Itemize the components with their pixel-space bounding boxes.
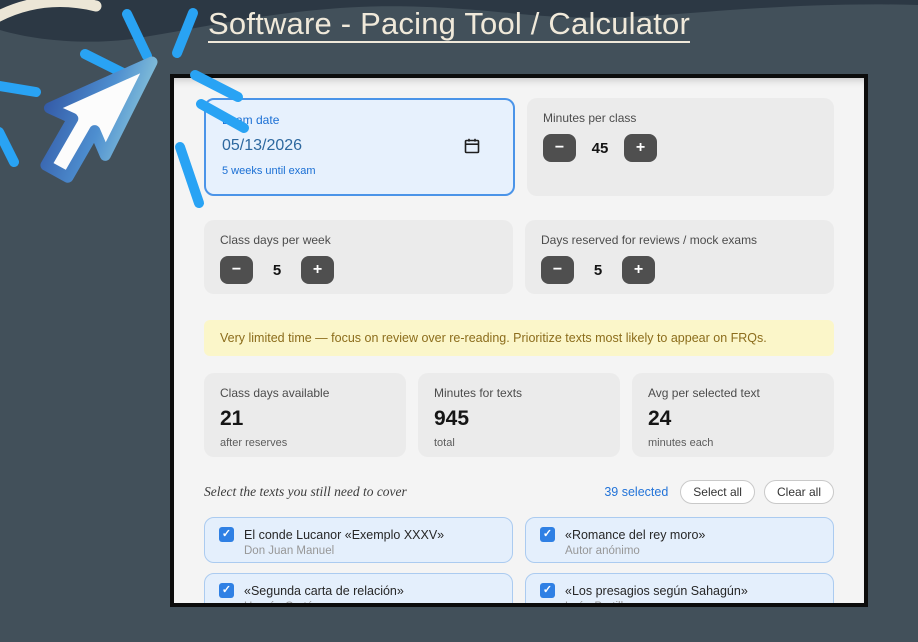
checkbox-checked-icon[interactable]: ✓ bbox=[540, 527, 555, 542]
minutes-per-class-value: 45 bbox=[591, 139, 609, 157]
minutes-decrement-button[interactable]: − bbox=[543, 134, 576, 162]
text-item-el-conde-lucanor[interactable]: ✓ El conde Lucanor «Exemplo XXXV» Don Ju… bbox=[204, 517, 513, 563]
select-all-button[interactable]: Select all bbox=[680, 480, 755, 504]
stat-sublabel: total bbox=[434, 437, 455, 449]
reserved-days-label: Days reserved for reviews / mock exams bbox=[541, 233, 758, 247]
text-item-romance-del-rey-moro[interactable]: ✓ «Romance del rey moro» Autor anónimo bbox=[525, 517, 834, 563]
stat-sublabel: after reserves bbox=[220, 437, 288, 449]
selected-count: 39 selected bbox=[604, 485, 669, 499]
time-warning-banner: Very limited time — focus on review over… bbox=[204, 320, 834, 356]
weeks-until-exam: 5 weeks until exam bbox=[222, 165, 316, 177]
exam-date-label: Exam date bbox=[222, 113, 280, 127]
text-author: Don Juan Manuel bbox=[244, 545, 335, 557]
minutes-per-class-stepper: − 45 + bbox=[543, 134, 818, 162]
minutes-per-class-label: Minutes per class bbox=[543, 111, 637, 125]
stat-sublabel: minutes each bbox=[648, 437, 714, 449]
exam-date-input[interactable]: 05/13/2026 bbox=[222, 137, 480, 155]
exam-date-card: Exam date 05/13/2026 5 weeks until exam bbox=[204, 98, 515, 196]
class-days-value: 5 bbox=[272, 261, 282, 279]
checkbox-checked-icon[interactable]: ✓ bbox=[540, 583, 555, 598]
calendar-icon[interactable] bbox=[464, 138, 480, 154]
text-title: «Segunda carta de relación» bbox=[244, 583, 404, 598]
class-days-card: Class days per week − 5 + bbox=[204, 220, 513, 294]
class-days-label: Class days per week bbox=[220, 233, 331, 247]
text-author: Autor anónimo bbox=[565, 545, 640, 557]
reserved-days-value: 5 bbox=[593, 261, 603, 279]
class-days-stepper: − 5 + bbox=[220, 256, 497, 284]
minutes-increment-button[interactable]: + bbox=[624, 134, 657, 162]
pacing-calculator-panel: Exam date 05/13/2026 5 weeks until exam … bbox=[170, 74, 868, 607]
class-days-increment-button[interactable]: + bbox=[301, 256, 334, 284]
text-item-segunda-carta[interactable]: ✓ «Segunda carta de relación» Hernán Cor… bbox=[204, 573, 513, 607]
exam-date-value: 05/13/2026 bbox=[222, 137, 303, 154]
reserved-days-decrement-button[interactable]: − bbox=[541, 256, 574, 284]
reserved-days-increment-button[interactable]: + bbox=[622, 256, 655, 284]
text-author: León-Portilla bbox=[565, 601, 630, 607]
stat-label: Minutes for texts bbox=[434, 386, 523, 400]
checkbox-checked-icon[interactable]: ✓ bbox=[219, 527, 234, 542]
stat-label: Class days available bbox=[220, 386, 330, 400]
cursor-arrow bbox=[40, 56, 158, 183]
stat-value: 21 bbox=[220, 407, 244, 430]
reserved-days-stepper: − 5 + bbox=[541, 256, 818, 284]
reserved-days-card: Days reserved for reviews / mock exams −… bbox=[525, 220, 834, 294]
page-title: Software - Pacing Tool / Calculator bbox=[208, 6, 690, 41]
minutes-per-class-card: Minutes per class − 45 + bbox=[527, 98, 834, 196]
checkbox-checked-icon[interactable]: ✓ bbox=[219, 583, 234, 598]
clear-all-button[interactable]: Clear all bbox=[763, 480, 834, 504]
text-title: «Romance del rey moro» bbox=[565, 527, 706, 542]
stat-value: 24 bbox=[648, 407, 672, 430]
stat-label: Avg per selected text bbox=[648, 386, 760, 400]
text-item-los-presagios[interactable]: ✓ «Los presagios según Sahagún» León-Por… bbox=[525, 573, 834, 607]
text-author: Hernán Cortés bbox=[244, 601, 319, 607]
stat-value: 945 bbox=[434, 407, 470, 430]
text-title: El conde Lucanor «Exemplo XXXV» bbox=[244, 527, 445, 542]
stat-minutes-for-texts: Minutes for texts 945 total bbox=[418, 373, 620, 457]
class-days-decrement-button[interactable]: − bbox=[220, 256, 253, 284]
stat-avg-per-text: Avg per selected text 24 minutes each bbox=[632, 373, 834, 457]
text-title: «Los presagios según Sahagún» bbox=[565, 583, 748, 598]
select-texts-prompt: Select the texts you still need to cover bbox=[204, 484, 407, 499]
stat-class-days-available: Class days available 21 after reserves bbox=[204, 373, 406, 457]
